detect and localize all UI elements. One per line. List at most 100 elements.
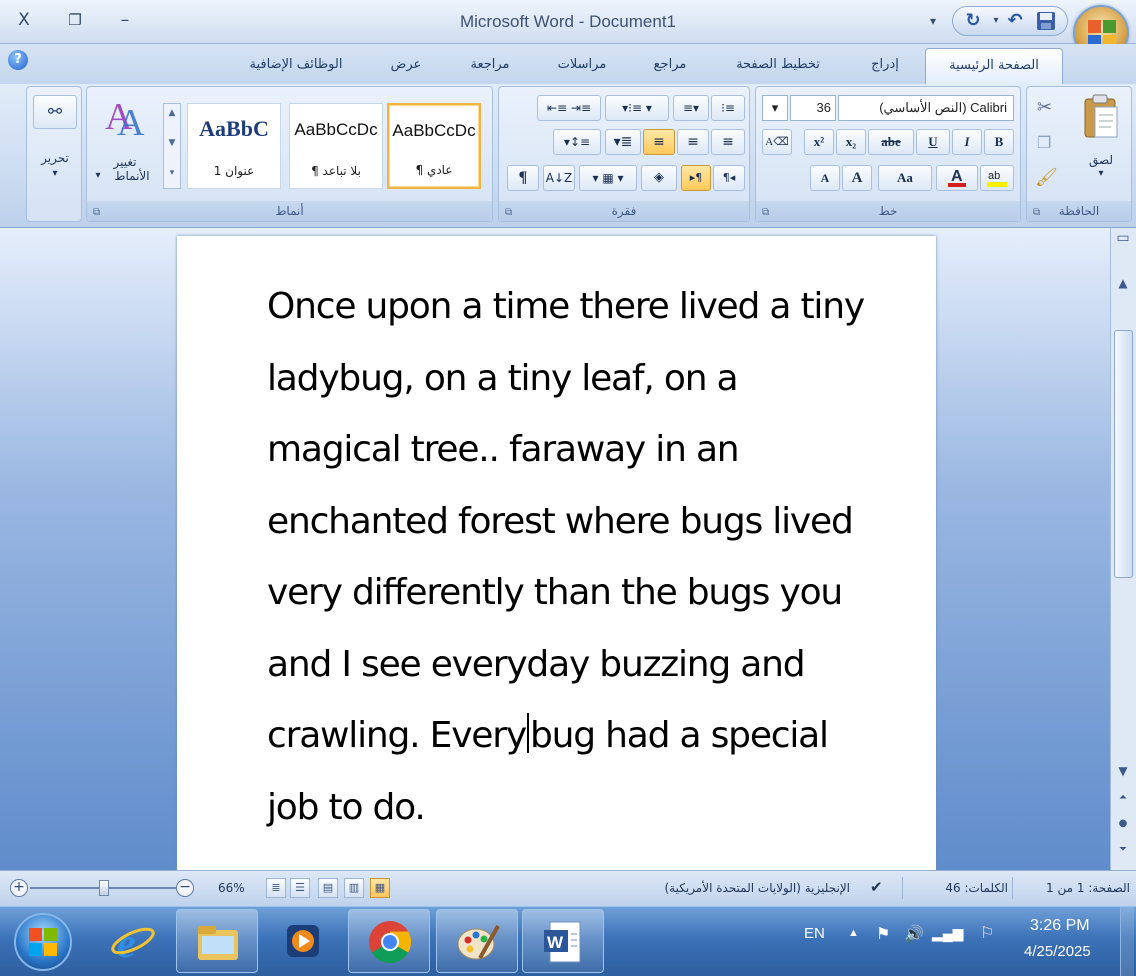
change-case-button[interactable]: Aa [878,165,932,191]
font-name-combo[interactable]: (النص الأساسي) Calibri [838,95,1014,121]
taskbar-file-explorer[interactable] [176,909,258,973]
next-page-icon[interactable]: ⏷ [1113,844,1133,855]
language-status[interactable]: الإنجليزية (الولايات المتحدة الأمريكية) [610,881,850,895]
help-icon[interactable]: ? [8,50,28,70]
numbering-button[interactable]: ≡▾ [673,95,709,121]
save-button[interactable] [1034,8,1058,34]
show-marks-button[interactable]: ¶ [507,165,539,191]
justify-button[interactable]: ▾≣ [605,129,641,155]
taskbar-paint[interactable] [436,909,518,973]
italic-button[interactable]: I [952,129,982,155]
zoom-in-icon[interactable]: + [10,879,28,897]
vertical-scrollbar[interactable]: ▭ ▲ ▼ ⏶ ● ⏷ [1110,228,1136,870]
styles-more-icon[interactable]: ▾ [164,168,180,178]
action-center-icon[interactable]: ⚑ [876,924,890,944]
scroll-down-icon[interactable]: ▼ [1113,764,1133,778]
tab-page-layout[interactable]: تخطيط الصفحة [718,52,838,84]
view-draft-icon[interactable]: ≣ [266,878,286,898]
tab-references[interactable]: مراجع [640,52,700,84]
proofing-icon[interactable]: ✔ [870,878,883,896]
taskbar-word[interactable]: W [522,909,604,973]
word-count[interactable]: الكلمات: 46 [918,881,1008,895]
shrink-font-button[interactable]: A [810,165,840,191]
copy-icon[interactable]: ❐ [1037,133,1051,152]
volume-icon[interactable]: 🔊 [904,924,924,944]
scroll-up-icon[interactable]: ▲ [1113,276,1133,290]
taskbar-media-player[interactable] [262,909,344,973]
tab-view[interactable]: عرض [378,52,434,84]
ltr-direction-button[interactable]: ▸¶ [681,165,711,191]
clock-time[interactable]: 3:26 PM [1030,917,1090,935]
customize-qat-button[interactable]: ▾ [924,8,942,34]
underline-button[interactable]: U [916,129,950,155]
style-normal[interactable]: AaBbCcDc ¶ عادي [387,103,481,189]
styles-scroll[interactable]: ▲ ▼ ▾ [163,103,181,189]
zoom-slider-thumb[interactable] [98,880,109,896]
view-web-icon[interactable]: ▤ [318,878,338,898]
bold-button[interactable]: B [984,129,1014,155]
superscript-button[interactable]: x² [804,129,834,155]
align-left-button[interactable]: ≡ [711,129,745,155]
font-size-dropdown-icon[interactable]: ▾ [762,95,788,121]
clear-formatting-icon[interactable]: A⌫ [762,129,792,155]
show-desktop-button[interactable] [1120,907,1134,976]
clipboard-launcher-icon[interactable]: ⧉ [1033,207,1040,218]
align-right-button[interactable]: ≡ [643,129,675,155]
sort-icon[interactable]: A↓Z [543,165,575,191]
tab-mailings[interactable]: مراسلات [540,52,624,84]
undo-button[interactable]: ↶ [1002,8,1028,34]
editing-dropdown-icon[interactable]: ▾ [27,167,83,181]
indent-buttons[interactable]: ⇤≡ ⇥≡ [537,95,601,121]
show-hidden-icons-icon[interactable]: ▲ [848,927,859,939]
line-spacing-button[interactable]: ▾↕≡ [553,129,601,155]
style-no-spacing[interactable]: AaBbCcDc ¶ بلا تباعد [289,103,383,189]
tab-add-ins[interactable]: الوظائف الإضافية [228,52,364,84]
zoom-level[interactable]: 66% [218,881,245,895]
styles-scroll-up-icon[interactable]: ▲ [164,108,180,118]
multilevel-list-button[interactable]: ▾⁝≡ ▾ [605,95,669,121]
browse-object-icon[interactable]: ● [1113,818,1133,829]
page-count[interactable]: الصفحة: 1 من 1 [1020,881,1130,895]
previous-page-icon[interactable]: ⏶ [1113,792,1133,803]
redo-button[interactable]: ↻ [960,8,986,34]
cut-icon[interactable]: ✂ [1037,97,1052,118]
start-button[interactable] [14,913,72,971]
font-size-combo[interactable]: 36 [790,95,836,121]
redo-dropdown-icon[interactable]: ▾ [990,8,1002,34]
power-icon[interactable]: ⚐ [980,923,994,943]
font-color-button[interactable]: A [936,165,978,191]
zoom-out-icon[interactable]: − [176,879,194,897]
ruler-toggle-icon[interactable]: ▭ [1113,230,1133,246]
language-indicator[interactable]: EN [804,925,825,942]
format-painter-icon[interactable]: 🖌 [1035,167,1058,188]
highlight-button[interactable]: ab [980,165,1014,191]
paste-button[interactable]: لصق ▾ [1077,93,1125,187]
bullets-button[interactable]: ⁝≡ [711,95,745,121]
find-button[interactable]: ⚯ [33,95,77,129]
rtl-direction-button[interactable]: ¶◂ [713,165,745,191]
subscript-button[interactable]: x₂ [836,129,866,155]
taskbar-chrome[interactable] [348,909,430,973]
document-body[interactable]: Once upon a time there lived a tiny lady… [267,271,867,843]
document-page[interactable]: Once upon a time there lived a tiny lady… [177,236,936,870]
strikethrough-button[interactable]: abe [868,129,914,155]
shading-icon[interactable]: ◈ [641,165,677,191]
clock-date[interactable]: 4/25/2025 [1024,943,1091,960]
style-heading-1[interactable]: AaBbC عنوان 1 [187,103,281,189]
borders-button[interactable]: ▾ ▦ ▾ [579,165,637,191]
tab-insert[interactable]: إدراج [855,52,915,84]
view-outline-icon[interactable]: ☰ [290,878,310,898]
scroll-thumb[interactable] [1114,330,1133,578]
tab-review[interactable]: مراجعة [455,52,525,84]
font-launcher-icon[interactable]: ⧉ [762,207,769,218]
change-styles-button[interactable]: A A تغيير الأنماط ▾ [91,93,159,193]
view-print-layout-icon[interactable]: ▦ [370,878,390,898]
tab-home[interactable]: الصفحة الرئيسية [925,48,1063,84]
paragraph-launcher-icon[interactable]: ⧉ [505,207,512,218]
grow-font-button[interactable]: A [842,165,872,191]
styles-scroll-down-icon[interactable]: ▼ [164,138,180,148]
network-icon[interactable]: ▂▄▆ [932,925,963,942]
taskbar-internet-explorer[interactable]: e [92,909,174,973]
view-reading-icon[interactable]: ▥ [344,878,364,898]
styles-launcher-icon[interactable]: ⧉ [93,207,100,218]
